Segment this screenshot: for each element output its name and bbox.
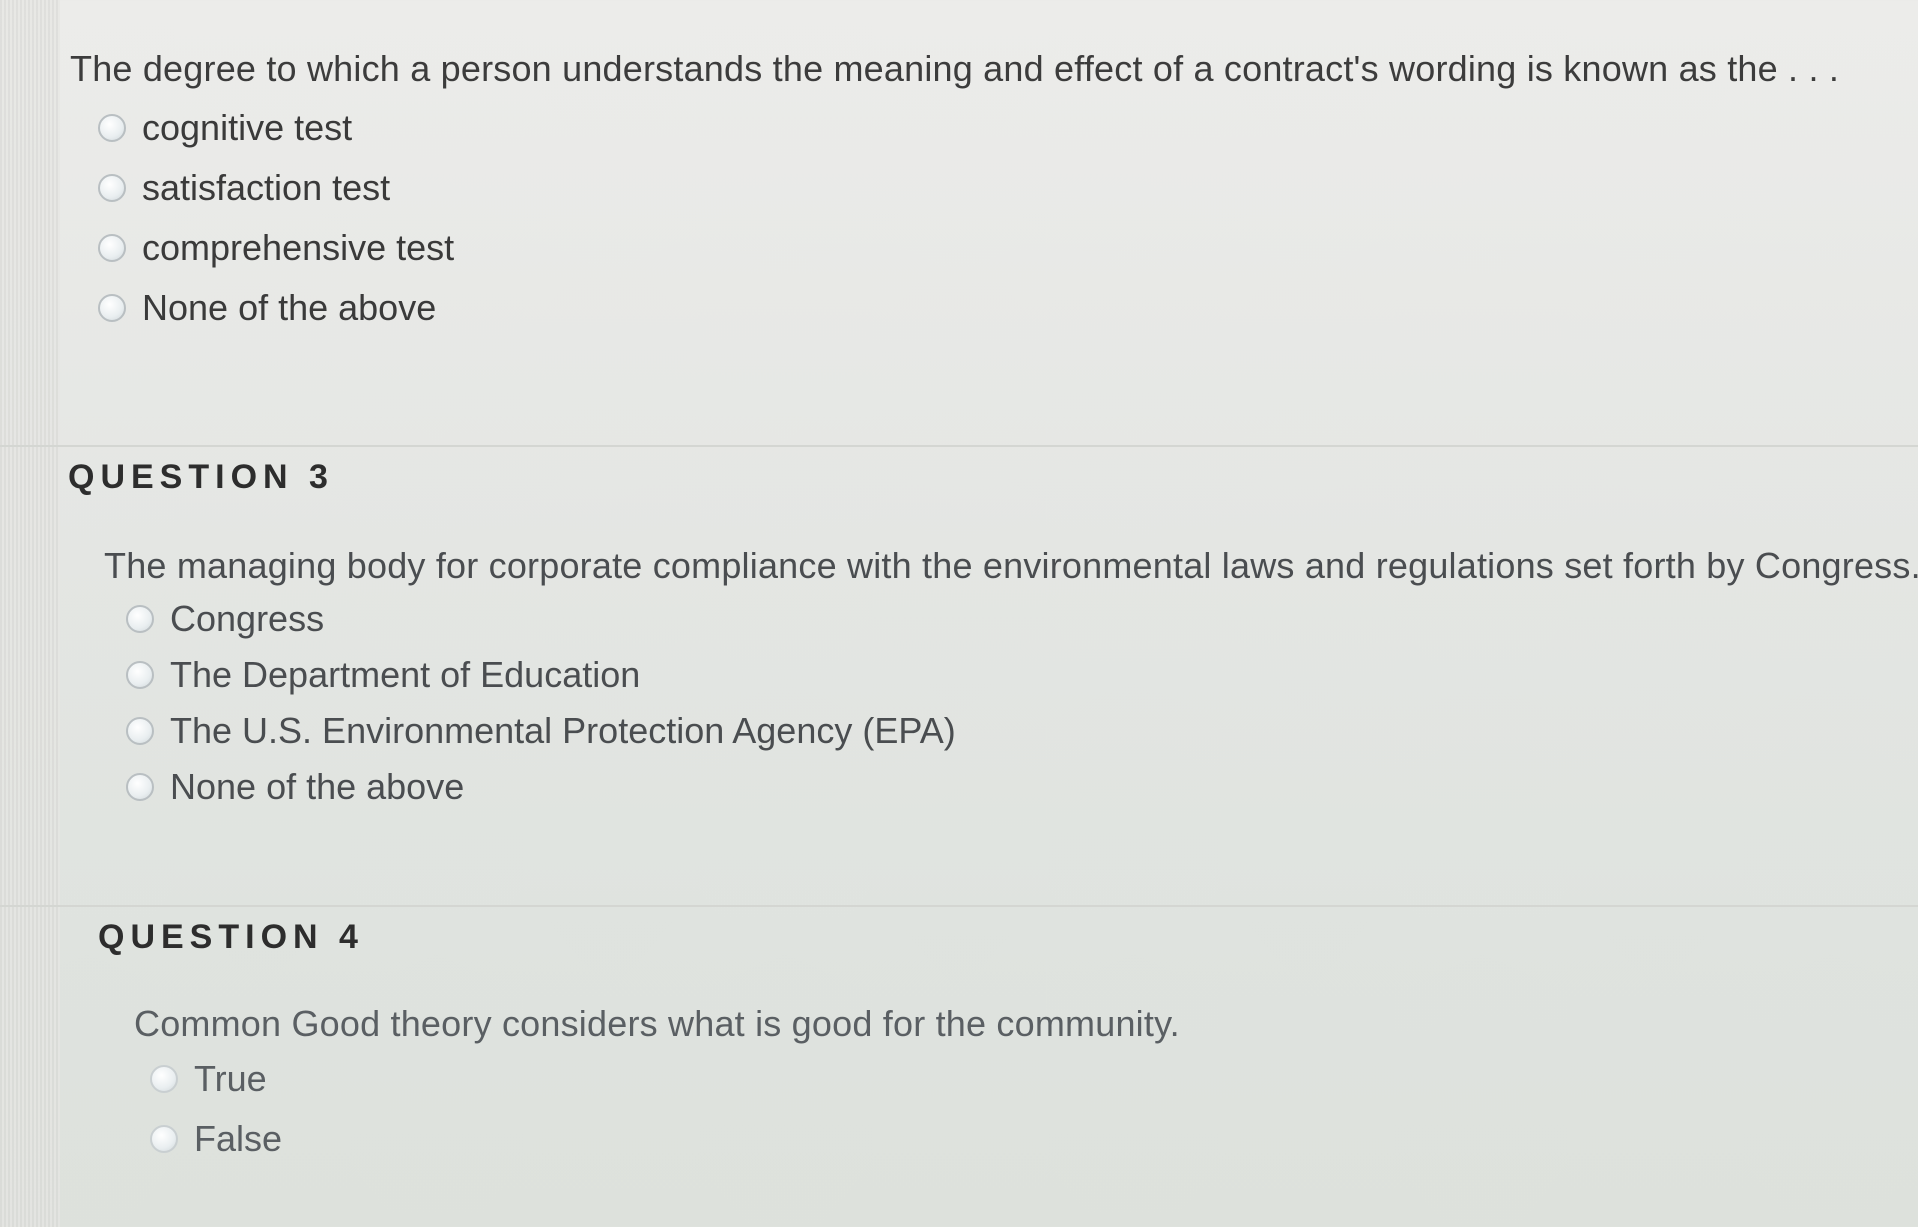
question-3-text: The managing body for corporate complian… [104,545,1918,586]
quiz-page: The degree to which a person understands… [0,0,1918,1227]
question-4-option-1[interactable]: True [150,1049,1180,1109]
question-3-option-3[interactable]: The U.S. Environmental Protection Agency… [126,703,1918,759]
question-4-heading: QUESTION 4 [98,918,364,956]
radio-button[interactable] [98,114,126,142]
question-3-option-1[interactable]: Congress [126,591,1918,647]
option-label: True [194,1058,267,1099]
radio-button[interactable] [98,294,126,322]
radio-button[interactable] [150,1125,178,1153]
option-label: satisfaction test [142,167,391,208]
question-3-heading: QUESTION 3 [68,458,334,496]
question-3-option-2[interactable]: The Department of Education [126,647,1918,703]
question-4-options: True False [150,1049,1180,1169]
option-label: Congress [170,598,325,639]
radio-button[interactable] [126,605,154,633]
option-label: comprehensive test [142,227,455,268]
question-3: QUESTION 3 The managing body for corpora… [68,458,1918,815]
radio-button[interactable] [98,234,126,262]
option-label: cognitive test [142,107,353,148]
section-divider [0,445,1918,447]
radio-button[interactable] [150,1065,178,1093]
option-label: The Department of Education [170,654,641,695]
question-4-text: Common Good theory considers what is goo… [134,1003,1180,1044]
question-2-option-2[interactable]: satisfaction test [98,158,1839,218]
question-4-option-2[interactable]: False [150,1109,1180,1169]
question-2-option-1[interactable]: cognitive test [98,98,1839,158]
question-2-options: cognitive test satisfaction test compreh… [98,98,1839,338]
question-3-options: Congress The Department of Education The… [126,591,1918,815]
radio-button[interactable] [126,661,154,689]
option-label: None of the above [142,287,437,328]
option-label: False [194,1118,283,1159]
radio-button[interactable] [98,174,126,202]
section-divider [0,905,1918,907]
question-3-option-4[interactable]: None of the above [126,759,1918,815]
question-4: QUESTION 4 Common Good theory considers … [98,918,1180,1169]
radio-button[interactable] [126,717,154,745]
question-2-text: The degree to which a person understands… [70,48,1840,89]
question-2-option-4[interactable]: None of the above [98,278,1839,338]
question-2-option-3[interactable]: comprehensive test [98,218,1839,278]
question-2: The degree to which a person understands… [70,48,1839,338]
radio-button[interactable] [126,773,154,801]
option-label: None of the above [170,766,465,807]
option-label: The U.S. Environmental Protection Agency… [170,710,956,751]
